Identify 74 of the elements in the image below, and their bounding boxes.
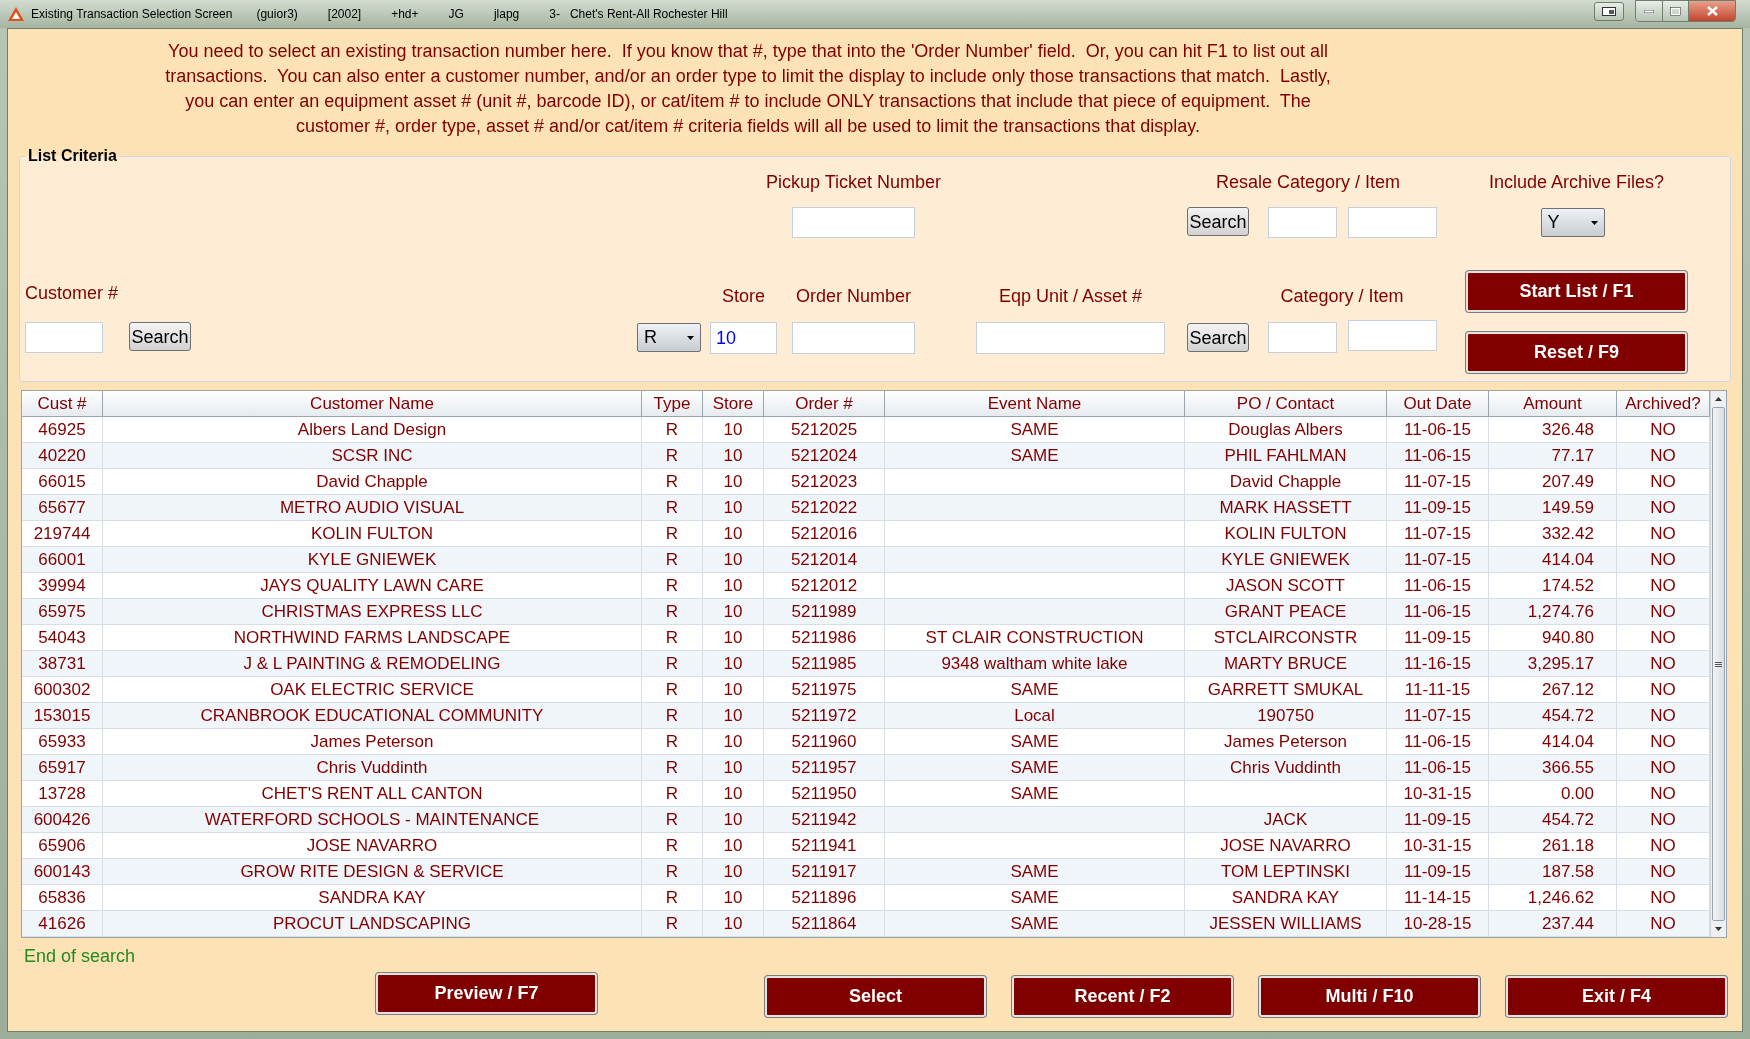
table-cell: SAME — [885, 911, 1185, 937]
column-header[interactable]: Customer Name — [103, 391, 642, 417]
close-icon — [1706, 6, 1718, 16]
title-detail: 3- Chet's Rent-All Rochester Hill — [549, 6, 728, 23]
table-cell: 10-28-15 — [1387, 911, 1489, 937]
title-detail: jlapg — [493, 6, 520, 23]
table-cell: 5211864 — [764, 911, 885, 937]
column-header[interactable]: PO / Contact — [1185, 391, 1387, 417]
window-title: Existing Transaction Selection Screen — [31, 6, 233, 23]
maximize-button[interactable] — [1663, 1, 1689, 21]
column-header[interactable]: Type — [642, 391, 703, 417]
action-button[interactable]: Multi / F10 — [1259, 976, 1480, 1017]
action-button[interactable]: Start List / F1 — [1466, 271, 1687, 312]
order-type-dropdown[interactable]: R — [637, 323, 701, 352]
field-label: Pickup Ticket Number — [765, 171, 942, 194]
table-cell: JESSEN WILLIAMS — [1185, 911, 1387, 937]
column-header[interactable]: Event Name — [885, 391, 1185, 417]
title-detail: JG — [448, 6, 464, 23]
column-header[interactable]: Amount — [1489, 391, 1617, 417]
scroll-thumb[interactable] — [1712, 407, 1725, 921]
window-tile-button[interactable] — [1594, 2, 1624, 21]
caret-icon — [1590, 220, 1598, 225]
table-cell: 10 — [703, 911, 764, 937]
instructions-text: You need to select an existing transaction number here. If you know that #, type that into the 'Order Number' field. Or, you can hit F1 to list out all transactions. You can also enter a customer number, and/or an order type to limit the display to include only those transactions that match. Lastly, you can enter an equipment asset # (unit #, barcode ID), or cat/item # to include ONLY transactions that include that piece of equipment. The customer #, order type, asset # and/or cat/item # criteria fields will all be used to limit the transactions that display. — [164, 40, 1332, 138]
table-cell: 237.44 — [1489, 911, 1617, 937]
status-text: End of search — [24, 945, 136, 967]
asset-number-field[interactable] — [976, 322, 1165, 354]
app-logo-icon — [8, 7, 24, 21]
action-button[interactable]: Recent / F2 — [1012, 976, 1233, 1017]
field-label: Resale Category / Item — [1215, 171, 1401, 194]
action-button[interactable]: Preview / F7 — [376, 973, 597, 1014]
resale-category-field[interactable] — [1268, 207, 1337, 238]
field-label: Category / Item — [1280, 285, 1404, 308]
panel-title: List Criteria — [28, 147, 117, 164]
category-field[interactable] — [1268, 322, 1337, 353]
field-label: Customer # — [25, 282, 119, 305]
customer-number-field[interactable] — [25, 322, 103, 353]
column-header[interactable]: Store — [703, 391, 764, 417]
field-label: Order Number — [796, 285, 911, 308]
action-button[interactable]: Exit / F4 — [1506, 976, 1727, 1017]
column-header[interactable]: Cust # — [22, 391, 103, 417]
search-button[interactable]: Search — [129, 322, 191, 351]
column-header[interactable]: Archived? — [1617, 391, 1710, 417]
table-cell: PROCUT LANDSCAPING — [103, 911, 642, 937]
title-detail: (guior3) — [256, 6, 298, 23]
field-label: Include Archive Files? — [1488, 171, 1665, 194]
maximize-icon — [1670, 6, 1681, 16]
field-label: Eqp Unit / Asset # — [998, 285, 1143, 308]
scrollbar[interactable] — [1710, 391, 1726, 937]
resale-item-field[interactable] — [1348, 207, 1437, 238]
store-field[interactable]: 10 — [710, 322, 777, 354]
column-header[interactable]: Order # — [764, 391, 885, 417]
scroll-up-icon — [1715, 397, 1722, 401]
column-header[interactable]: Out Date — [1387, 391, 1489, 417]
field-label: Store — [722, 285, 765, 308]
window-tile-icon — [1602, 7, 1616, 16]
grip-icon — [1715, 661, 1722, 667]
pickup-ticket-field[interactable] — [792, 207, 915, 238]
search-button[interactable]: Search — [1187, 323, 1249, 352]
close-button[interactable] — [1689, 1, 1735, 21]
title-detail: +hd+ — [391, 6, 419, 23]
table-cell: 41626 — [22, 911, 103, 937]
minimize-icon — [1644, 9, 1654, 13]
caret-icon — [687, 335, 694, 340]
action-button[interactable]: Select — [765, 976, 986, 1017]
title-detail: [2002] — [327, 6, 362, 23]
minimize-button[interactable] — [1636, 1, 1663, 21]
action-button[interactable]: Reset / F9 — [1466, 332, 1687, 373]
scroll-down-icon — [1715, 927, 1722, 931]
archive-dropdown[interactable]: Y — [1540, 208, 1605, 237]
item-field[interactable] — [1348, 320, 1437, 351]
search-button[interactable]: Search — [1187, 207, 1249, 236]
table-cell: R — [642, 911, 703, 937]
order-number-field[interactable] — [792, 322, 915, 354]
